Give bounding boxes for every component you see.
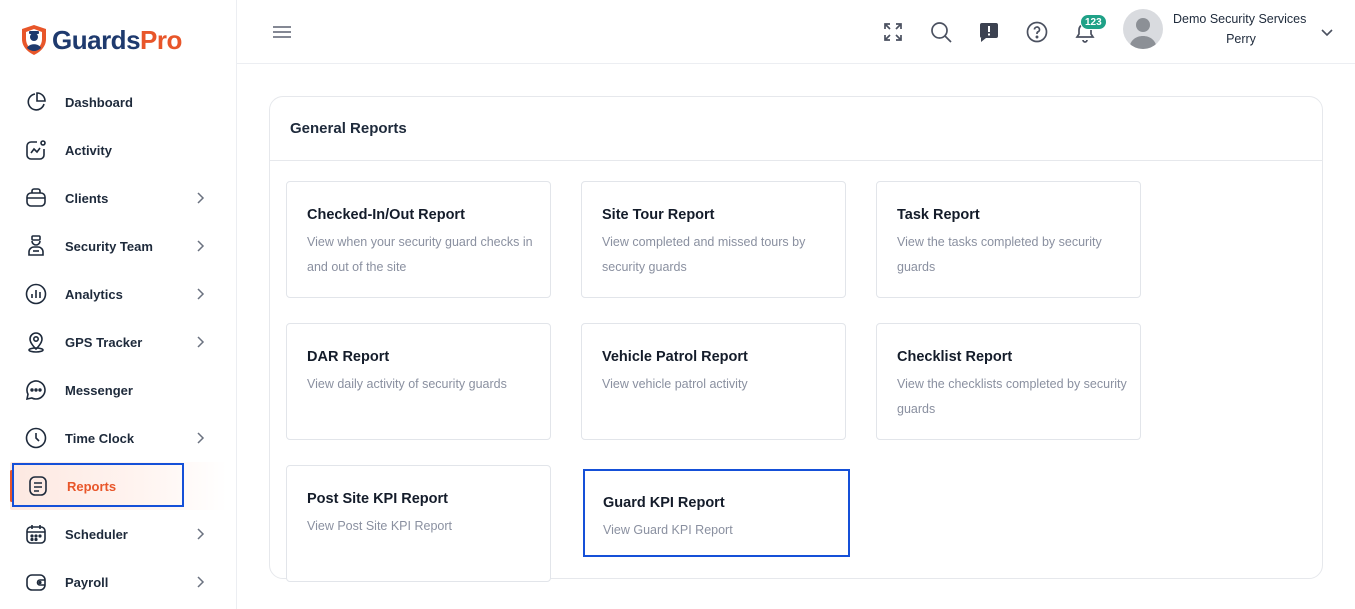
card-description: View the tasks completed by security gua… bbox=[897, 235, 1102, 274]
card-title: Task Report bbox=[897, 207, 980, 223]
chevron-right-icon bbox=[197, 576, 205, 588]
card-description: View daily activity of security guards bbox=[307, 377, 507, 391]
chevron-right-icon bbox=[197, 240, 205, 252]
card-title: Checklist Report bbox=[897, 349, 1013, 365]
sidebar-item-label: Time Clock bbox=[65, 430, 135, 446]
report-card-site-tour[interactable]: Site Tour Report View completed and miss… bbox=[581, 181, 846, 298]
sidebar-item-label: Security Team bbox=[65, 238, 153, 254]
guardspro-logo[interactable]: GuardsPro bbox=[20, 22, 182, 58]
logo-text-guards: Guards bbox=[52, 24, 141, 55]
briefcase-icon bbox=[24, 186, 48, 210]
card-title: DAR Report bbox=[307, 349, 390, 365]
shield-logo-icon bbox=[22, 25, 46, 55]
location-pin-icon bbox=[24, 330, 48, 354]
fullscreen-icon[interactable] bbox=[881, 20, 905, 44]
sidebar-item-dashboard[interactable]: Dashboard bbox=[0, 78, 237, 126]
sidebar-item-scheduler[interactable]: Scheduler bbox=[0, 510, 237, 558]
logo-text-pro: Pro bbox=[140, 24, 182, 55]
card-title: Post Site KPI Report bbox=[307, 491, 448, 507]
sidebar-item-label: GPS Tracker bbox=[65, 334, 143, 350]
general-reports-panel: General Reports Checked-In/Out Report Vi… bbox=[269, 96, 1323, 582]
active-indicator bbox=[10, 470, 13, 502]
report-card-post-site-kpi[interactable]: Post Site KPI Report View Post Site KPI … bbox=[286, 465, 551, 582]
document-icon bbox=[26, 474, 50, 498]
user-name: Perry bbox=[1226, 32, 1256, 46]
sidebar-nav: Dashboard Activity Clients Security Team bbox=[0, 78, 237, 606]
card-description: View when your security guard checks in … bbox=[307, 235, 533, 274]
sidebar-item-reports[interactable]: Reports bbox=[10, 462, 227, 510]
report-card-vehicle-patrol[interactable]: Vehicle Patrol Report View vehicle patro… bbox=[581, 323, 846, 440]
sidebar-item-time-clock[interactable]: Time Clock bbox=[0, 414, 237, 462]
sidebar-item-label: Messenger bbox=[65, 382, 133, 398]
card-description: View vehicle patrol activity bbox=[602, 377, 748, 391]
sidebar-item-label: Scheduler bbox=[65, 526, 128, 542]
chevron-right-icon bbox=[197, 288, 205, 300]
card-description: View Guard KPI Report bbox=[603, 523, 733, 537]
chevron-right-icon bbox=[197, 432, 205, 444]
clock-icon bbox=[24, 426, 48, 450]
card-title: Site Tour Report bbox=[602, 207, 715, 223]
sidebar-item-label: Payroll bbox=[65, 574, 109, 590]
sidebar-item-gps-tracker[interactable]: GPS Tracker bbox=[0, 318, 237, 366]
card-description: View Post Site KPI Report bbox=[307, 519, 452, 533]
report-card-dar[interactable]: DAR Report View daily activity of securi… bbox=[286, 323, 551, 440]
chevron-right-icon bbox=[197, 528, 205, 540]
feedback-icon[interactable] bbox=[977, 20, 1001, 44]
sidebar-item-label: Reports bbox=[67, 478, 117, 494]
guard-icon bbox=[24, 234, 48, 258]
sidebar-item-label: Analytics bbox=[65, 286, 123, 302]
pie-chart-icon bbox=[24, 90, 48, 114]
chevron-down-icon[interactable] bbox=[1319, 24, 1335, 40]
report-card-checked-in-out[interactable]: Checked-In/Out Report View when your sec… bbox=[286, 181, 551, 298]
avatar[interactable] bbox=[1123, 9, 1163, 49]
page-title: General Reports bbox=[290, 120, 407, 137]
user-avatar-icon bbox=[1129, 18, 1157, 49]
sidebar-item-clients[interactable]: Clients bbox=[0, 174, 237, 222]
sidebar-item-label: Dashboard bbox=[65, 94, 133, 110]
chevron-right-icon bbox=[197, 192, 205, 204]
search-icon[interactable] bbox=[929, 20, 953, 44]
sidebar-item-label: Clients bbox=[65, 190, 109, 206]
notification-count-badge: 123 bbox=[1080, 14, 1107, 30]
sidebar-item-security-team[interactable]: Security Team bbox=[0, 222, 237, 270]
analytics-icon bbox=[24, 282, 48, 306]
report-card-task[interactable]: Task Report View the tasks completed by … bbox=[876, 181, 1141, 298]
report-card-checklist[interactable]: Checklist Report View the checklists com… bbox=[876, 323, 1141, 440]
chat-icon bbox=[24, 378, 48, 402]
panel-divider bbox=[270, 160, 1322, 161]
card-title: Guard KPI Report bbox=[603, 495, 725, 511]
sidebar-item-analytics[interactable]: Analytics bbox=[0, 270, 237, 318]
sidebar-item-activity[interactable]: Activity bbox=[0, 126, 237, 174]
activity-icon bbox=[24, 138, 48, 162]
help-icon[interactable] bbox=[1025, 20, 1049, 44]
chevron-right-icon bbox=[197, 336, 205, 348]
sidebar-item-label: Activity bbox=[65, 142, 112, 158]
card-description: View completed and missed tours by secur… bbox=[602, 235, 806, 274]
sidebar-item-messenger[interactable]: Messenger bbox=[0, 366, 237, 414]
card-title: Vehicle Patrol Report bbox=[602, 349, 748, 365]
sidebar-item-payroll[interactable]: Payroll bbox=[0, 558, 237, 606]
report-card-guard-kpi[interactable]: Guard KPI Report View Guard KPI Report bbox=[583, 469, 850, 557]
menu-icon[interactable] bbox=[272, 22, 292, 42]
wallet-icon bbox=[24, 570, 48, 594]
card-description: View the checklists completed by securit… bbox=[897, 377, 1127, 416]
logo-text: GuardsPro bbox=[52, 25, 182, 56]
top-bar: 123 Demo Security Services Perry bbox=[237, 0, 1355, 64]
card-title: Checked-In/Out Report bbox=[307, 207, 465, 223]
user-company-name: Demo Security Services bbox=[1173, 12, 1307, 26]
sidebar: GuardsPro Dashboard Activity Clients Sec… bbox=[0, 0, 237, 609]
calendar-icon bbox=[24, 522, 48, 546]
